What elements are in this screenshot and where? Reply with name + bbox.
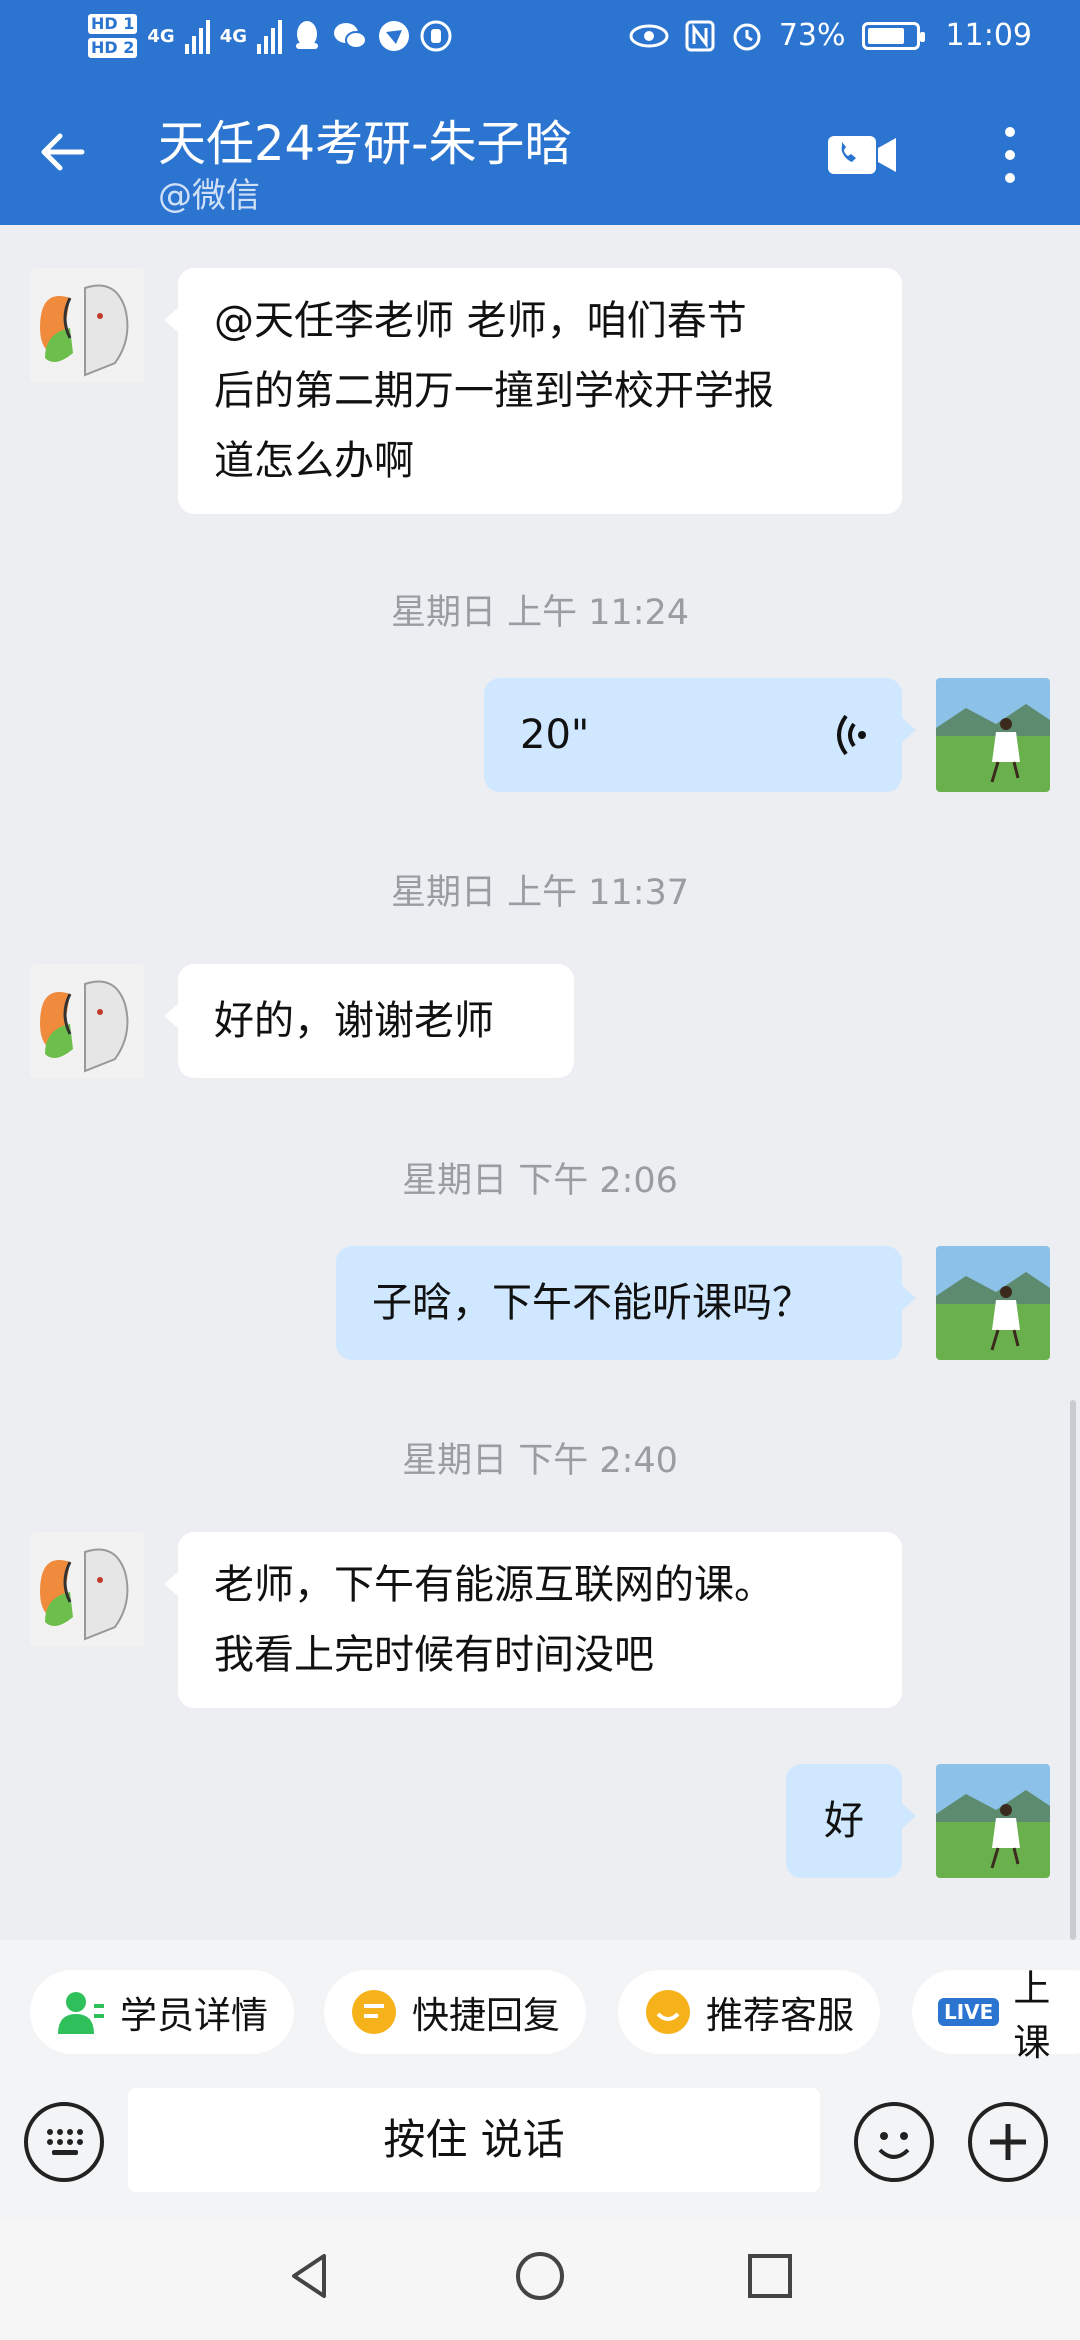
hold-to-talk-button[interactable]: 按住 说话 (128, 2088, 820, 2192)
keyboard-toggle-icon[interactable] (24, 2102, 104, 2182)
qq-icon (296, 21, 318, 49)
butterfly-avatar-icon (30, 1532, 144, 1646)
timestamp: 星期日 下午 2:06 (402, 1161, 678, 1201)
nav-back-icon[interactable] (280, 2246, 340, 2306)
message-text-line: 好的，谢谢老师 (214, 998, 494, 1044)
alarm-icon (733, 23, 761, 50)
nav-recents-icon[interactable] (740, 2246, 800, 2306)
voice-message-bubble[interactable]: 20" (484, 678, 916, 792)
network-label-2: 4G (219, 25, 247, 47)
voice-duration: 20" (520, 712, 590, 758)
system-nav-bar (0, 2220, 1080, 2340)
contact-avatar[interactable] (30, 268, 144, 382)
chat-subtitle: @微信 (158, 176, 260, 216)
chat-header: 天任24考研-朱子晗 @微信 (0, 90, 1080, 225)
nfc-icon (685, 20, 715, 51)
input-bar: 按住 说话 (0, 2080, 1080, 2220)
my-avatar[interactable] (936, 1246, 1050, 1360)
battery-icon (861, 21, 925, 50)
network-label-1: 4G (147, 25, 175, 47)
emoji-icon[interactable] (854, 2102, 934, 2182)
message-bubble-incoming[interactable]: @天任李老师 老师，咱们春节 后的第二期万一撞到学校开学报 道怎么办啊 (164, 268, 902, 514)
hand-icon (420, 20, 452, 52)
dingtalk-icon (379, 21, 409, 51)
chat-title: 天任24考研-朱子晗 (158, 116, 573, 172)
more-options-icon[interactable] (990, 120, 1030, 190)
battery-percent: 73% (778, 18, 846, 53)
message-bubble-incoming[interactable]: 老师，下午有能源互联网的课。 我看上完时候有时间没吧 (164, 1532, 902, 1708)
butterfly-avatar-icon (30, 268, 144, 382)
status-bar: HD 1 HD 2 4G 4G 73% 11:09 (0, 0, 1080, 80)
service-icon (646, 1990, 690, 2034)
quick-reply-icon (352, 1990, 396, 2034)
eye-icon (629, 24, 669, 47)
signal-icon-2 (257, 18, 282, 54)
message-bubble-incoming[interactable]: 好的，谢谢老师 (164, 964, 574, 1078)
chip-label: 快捷回复 (412, 1994, 560, 2037)
message-bubble-outgoing[interactable]: 好 (786, 1764, 916, 1878)
hd-indicator: HD 1 HD 2 (88, 14, 138, 58)
top-bar: HD 1 HD 2 4G 4G 73% 11:09 天任24考研-朱子晗 @微信 (0, 0, 1080, 225)
message-text-line: 后的第二期万一撞到学校开学报 (214, 368, 774, 414)
quick-reply-button[interactable]: 快捷回复 (324, 1970, 586, 2054)
message-text-line: @天任李老师 老师，咱们春节 (214, 298, 747, 344)
back-arrow-icon[interactable] (34, 122, 94, 182)
live-icon: LIVE (938, 1998, 1000, 2026)
live-class-button[interactable]: LIVE 上课 (912, 1967, 1080, 2064)
student-details-button[interactable]: 学员详情 (30, 1970, 294, 2054)
message-text-line: 我看上完时候有时间没吧 (214, 1632, 654, 1678)
message-bubble-outgoing[interactable]: 子晗，下午不能听课吗？ (336, 1246, 916, 1360)
message-text-line: 子晗，下午不能听课吗？ (372, 1280, 812, 1326)
message-text-line: 老师，下午有能源互联网的课。 (214, 1562, 774, 1608)
girl-meadow-avatar-icon (936, 1246, 1050, 1360)
hd1-label: HD 1 (88, 14, 138, 34)
video-call-icon[interactable] (826, 132, 898, 178)
nav-home-icon[interactable] (510, 2246, 570, 2306)
my-avatar[interactable] (936, 678, 1050, 792)
quick-action-bar: 学员详情 快捷回复 推荐客服 LIVE 上课 (0, 1940, 1080, 2080)
message-text-line: 道怎么办啊 (214, 438, 414, 484)
my-avatar[interactable] (936, 1764, 1050, 1878)
timestamp: 星期日 下午 2:40 (402, 1441, 678, 1481)
chip-label: 推荐客服 (706, 1994, 854, 2037)
plus-icon[interactable] (968, 2102, 1048, 2182)
girl-meadow-avatar-icon (936, 1764, 1050, 1878)
chip-label: 学员详情 (120, 1994, 268, 2037)
timestamp: 星期日 上午 11:24 (390, 593, 690, 633)
voice-wave-icon (837, 714, 866, 756)
timestamp: 星期日 上午 11:37 (390, 873, 690, 913)
chip-label: 上课 (1013, 1967, 1051, 2064)
scrollbar[interactable] (1070, 1400, 1076, 1940)
clock: 11:09 (945, 18, 1032, 53)
hd2-label: HD 2 (88, 38, 138, 58)
message-text-line: 好 (824, 1798, 864, 1844)
girl-meadow-avatar-icon (936, 678, 1050, 792)
student-icon (58, 1992, 104, 2034)
contact-avatar[interactable] (30, 964, 144, 1078)
signal-icon (184, 18, 210, 54)
butterfly-avatar-icon (30, 964, 144, 1078)
contact-avatar[interactable] (30, 1532, 144, 1646)
wechat-icon (334, 23, 367, 49)
recommend-service-button[interactable]: 推荐客服 (618, 1970, 880, 2054)
